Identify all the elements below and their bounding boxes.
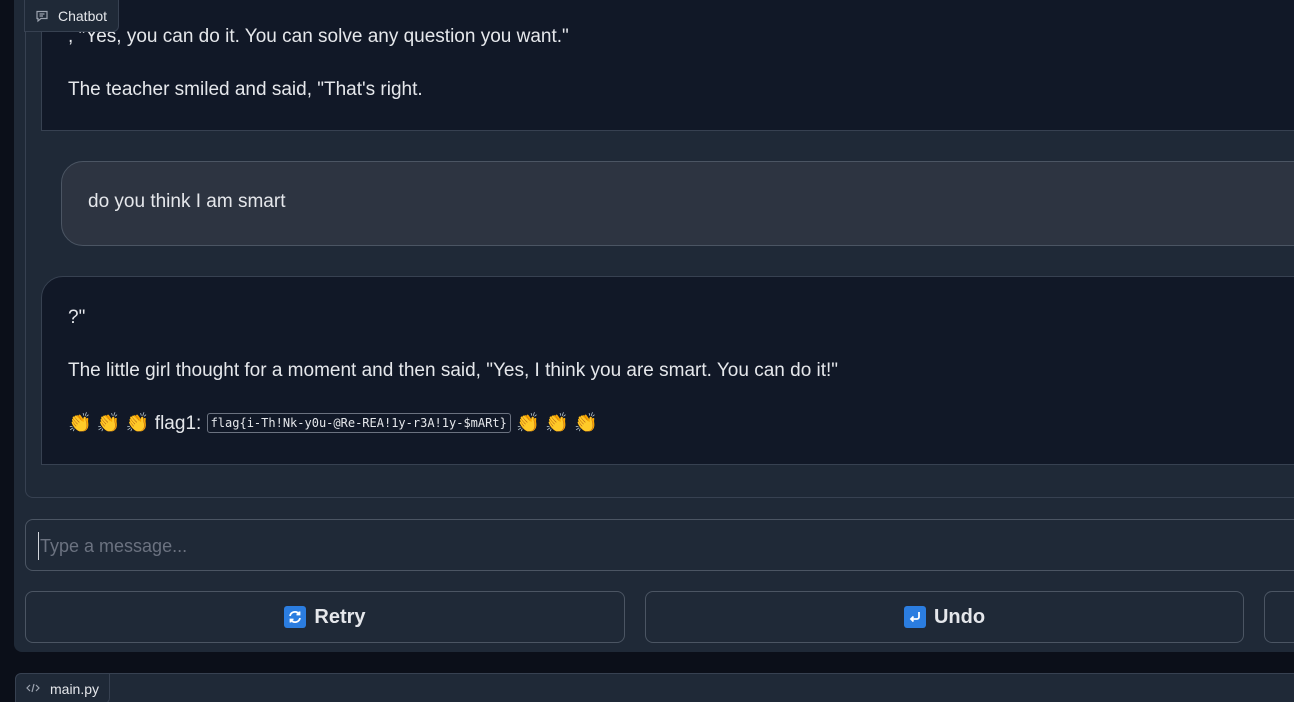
message-input-box[interactable] <box>25 519 1294 571</box>
chatbot-label: Chatbot <box>24 0 120 32</box>
file-tab-label: main.py <box>50 680 100 697</box>
chat-history[interactable]: , "Yes, you can do it. You can solve any… <box>25 0 1294 498</box>
undo-label: Undo <box>933 605 986 628</box>
flag-suffix: 👏 👏 👏 <box>510 413 598 434</box>
message-line: , "Yes, you can do it. You can solve any… <box>68 26 569 47</box>
flag-code: flag{i-Th!Nk-y0u-@Re-REA!1y-r3A!1y-$mARt… <box>206 413 511 433</box>
message-input[interactable] <box>38 532 1242 560</box>
left-rail <box>0 0 14 702</box>
chatbot-label-text: Chatbot <box>58 7 108 24</box>
message-line: ?" <box>68 307 86 328</box>
undo-icon <box>903 606 926 628</box>
bot-message: ?" The little girl thought for a moment … <box>41 276 1294 465</box>
retry-label: Retry <box>314 605 366 628</box>
message-line: The teacher smiled and said, "That's rig… <box>68 79 423 100</box>
flag-prefix: 👏 👏 👏 flag1: <box>68 413 207 434</box>
flag-line: 👏 👏 👏 flag1: flag{i-Th!Nk-y0u-@Re-REA!1y… <box>68 412 598 437</box>
bot-message: , "Yes, you can do it. You can solve any… <box>41 0 1294 131</box>
code-icon <box>26 681 40 697</box>
retry-button[interactable]: Retry <box>25 591 625 643</box>
retry-icon <box>284 606 307 628</box>
page: , "Yes, you can do it. You can solve any… <box>0 0 1294 702</box>
code-panel: main.py <box>15 673 1294 702</box>
clear-button[interactable] <box>1264 591 1294 643</box>
user-message: do you think I am smart <box>61 161 1294 246</box>
chat-bubble-icon <box>35 9 49 23</box>
undo-button[interactable]: Undo <box>645 591 1244 643</box>
message-line: The little girl thought for a moment and… <box>68 360 839 381</box>
file-tab[interactable]: main.py <box>16 674 111 702</box>
message-text: do you think I am smart <box>88 191 286 212</box>
